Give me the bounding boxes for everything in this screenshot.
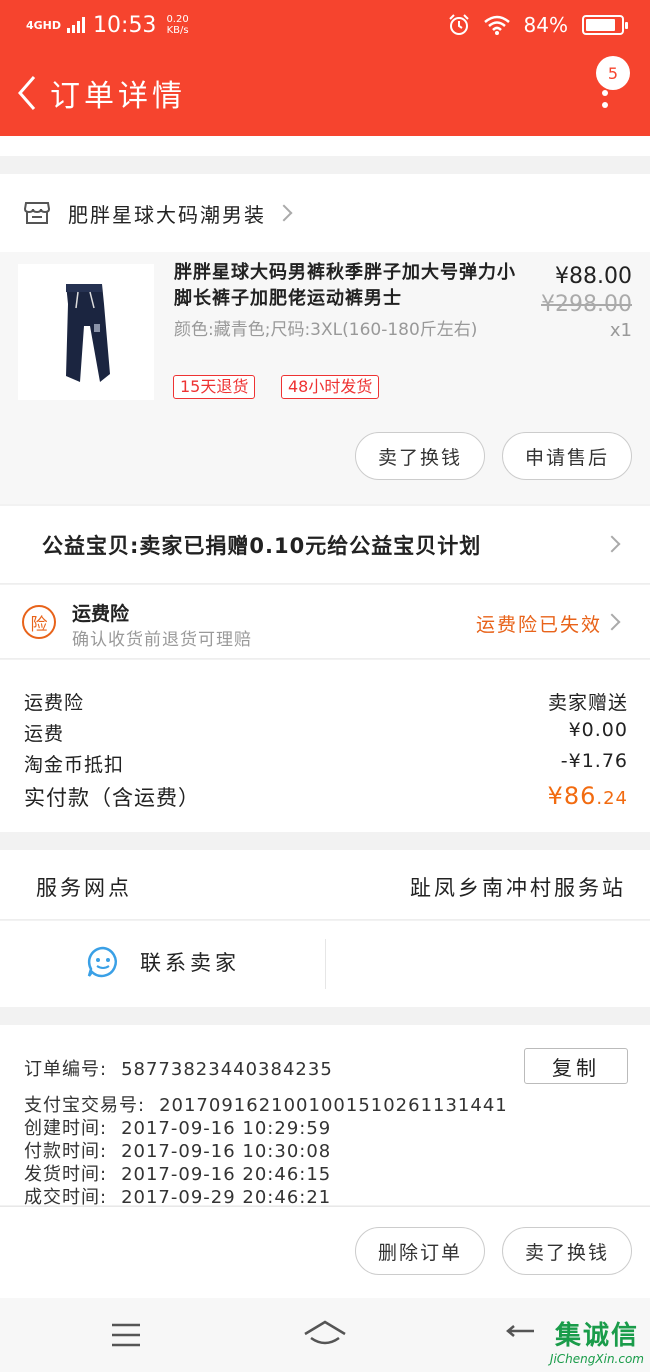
created-time: 2017-09-16 10:29:59 bbox=[121, 1118, 332, 1139]
service-label: 服务网点 bbox=[36, 876, 132, 900]
sell-button[interactable]: 卖了换钱 bbox=[355, 432, 485, 480]
cost-value: -¥1.76 bbox=[560, 750, 628, 772]
total-amount: ¥86.24 bbox=[548, 782, 628, 812]
divider bbox=[325, 939, 326, 989]
tag-ship: 48小时发货 bbox=[281, 375, 380, 399]
product-spec: 颜色:藏青色;尺码:3XL(160-180斤左右) bbox=[174, 320, 478, 340]
insurance-subtitle: 确认收货前退货可理赔 bbox=[72, 630, 252, 650]
chevron-right-icon bbox=[275, 204, 293, 222]
order-no: 58773823440384235 bbox=[121, 1059, 333, 1080]
total-label: 实付款（含运费） bbox=[24, 786, 200, 810]
product-image[interactable] bbox=[18, 264, 154, 400]
more-dots-icon bbox=[602, 90, 608, 114]
battery-percent: 84% bbox=[523, 13, 568, 37]
back-button[interactable] bbox=[4, 50, 50, 136]
done-label: 成交时间: bbox=[24, 1187, 108, 1208]
total-row: 实付款（含运费） ¥86.24 bbox=[24, 782, 628, 812]
shop-row[interactable]: 肥胖星球大码潮男装 bbox=[0, 174, 650, 252]
charity-row[interactable]: 公益宝贝:卖家已捐赠0.10元给公益宝贝计划 bbox=[0, 506, 650, 584]
order-info: 订单编号: 58773823440384235 复制 支付宝交易号: 2017091… bbox=[0, 1025, 650, 1208]
cost-value: 卖家赠送 bbox=[547, 692, 628, 714]
net-speed-value: 0.20 bbox=[166, 14, 189, 25]
order-no-label: 订单编号: bbox=[24, 1059, 108, 1080]
service-value: 趾凤乡南冲村服务站 bbox=[410, 876, 626, 900]
contact-row: 联系卖家 bbox=[0, 921, 650, 1007]
total-dec: .24 bbox=[596, 788, 628, 809]
store-icon bbox=[24, 202, 50, 224]
shipped-label: 发货时间: bbox=[24, 1164, 108, 1185]
net-speed: 0.20 KB/s bbox=[166, 14, 188, 36]
clock: 10:53 bbox=[93, 12, 157, 38]
shop-name: 肥胖星球大码潮男装 bbox=[68, 202, 266, 227]
total-currency: ¥ bbox=[547, 782, 564, 810]
more-menu-button[interactable]: 5 bbox=[590, 56, 630, 126]
watermark-en: JiChengXin.com bbox=[549, 1352, 644, 1366]
chevron-right-icon bbox=[603, 535, 621, 553]
alipay-label: 支付宝交易号: bbox=[24, 1095, 146, 1116]
pants-image bbox=[66, 284, 110, 382]
insurance-icon: 险 bbox=[22, 605, 56, 639]
cost-row: 淘金币抵扣 -¥1.76 bbox=[24, 750, 628, 777]
done-time: 2017-09-29 20:46:21 bbox=[121, 1187, 332, 1208]
created-label: 创建时间: bbox=[24, 1118, 108, 1139]
network-indicator: 4GHD bbox=[26, 18, 62, 32]
shipped-time: 2017-09-16 20:46:15 bbox=[121, 1164, 332, 1185]
footer-actions: 删除订单 卖了换钱 bbox=[0, 1206, 650, 1298]
after-sales-button[interactable]: 申请售后 bbox=[502, 432, 632, 480]
watermark-cn: 集诚信 bbox=[554, 1321, 639, 1351]
top-spacer bbox=[0, 136, 650, 156]
contact-seller-button[interactable]: 联系卖家 bbox=[86, 945, 240, 979]
chevron-right-icon bbox=[603, 613, 621, 631]
shipping-insurance-row[interactable]: 险 运费险 确认收货前退货可理赔 运费险已失效 bbox=[0, 585, 650, 659]
back-nav-icon[interactable] bbox=[506, 1322, 538, 1348]
system-nav-bar: 集诚信 JiChengXin.com bbox=[0, 1298, 650, 1372]
total-int: 86 bbox=[563, 782, 597, 810]
status-bar: 4GHD 10:53 0.20 KB/s 84% bbox=[0, 0, 650, 50]
menu-icon[interactable] bbox=[110, 1322, 142, 1348]
message-badge: 5 bbox=[596, 56, 630, 90]
insurance-status: 运费险已失效 bbox=[475, 614, 602, 636]
cost-summary: 运费险 卖家赠送 运费 ¥0.00 淘金币抵扣 -¥1.76 实付款（含运费） … bbox=[0, 660, 650, 832]
product-name[interactable]: 胖胖星球大码男裤秋季胖子加大号弹力小脚长裤子加肥佬运动裤男士 bbox=[174, 260, 524, 312]
cost-label: 淘金币抵扣 bbox=[24, 754, 125, 776]
signal-icon bbox=[67, 17, 86, 33]
cost-row: 运费险 卖家赠送 bbox=[24, 688, 628, 715]
order-number-line: 订单编号: 58773823440384235 bbox=[24, 1055, 333, 1081]
order-item[interactable]: 胖胖星球大码男裤秋季胖子加大号弹力小脚长裤子加肥佬运动裤男士 颜色:藏青色;尺码… bbox=[0, 252, 650, 504]
cost-label: 运费 bbox=[24, 723, 65, 745]
tag-return: 15天退货 bbox=[173, 375, 256, 399]
sell-button[interactable]: 卖了换钱 bbox=[502, 1227, 632, 1275]
insurance-title: 运费险 bbox=[72, 603, 130, 625]
watermark-logo: 集诚信 JiChengXin.com bbox=[550, 1315, 644, 1366]
delete-order-button[interactable]: 删除订单 bbox=[355, 1227, 485, 1275]
quantity: x1 bbox=[609, 320, 632, 341]
cost-label: 运费险 bbox=[24, 692, 85, 714]
alipay-no: 2017091621001001510261131441 bbox=[159, 1095, 508, 1116]
copy-button[interactable]: 复制 bbox=[524, 1048, 628, 1084]
nav-bar: 订单详情 5 bbox=[0, 50, 650, 136]
battery-icon bbox=[582, 15, 628, 35]
back-arrow-icon bbox=[18, 76, 36, 110]
paid-time: 2017-09-16 10:30:08 bbox=[121, 1141, 332, 1162]
paid-label: 付款时间: bbox=[24, 1141, 108, 1162]
wifi-icon bbox=[483, 15, 510, 35]
service-point-row: 服务网点 趾凤乡南冲村服务站 bbox=[0, 850, 650, 920]
product-price: ¥88.00 bbox=[555, 264, 632, 289]
alarm-icon bbox=[448, 14, 469, 35]
original-price: ¥298.00 bbox=[541, 292, 632, 317]
page-title: 订单详情 bbox=[50, 79, 186, 114]
cost-row: 运费 ¥0.00 bbox=[24, 719, 628, 746]
contact-seller-label: 联系卖家 bbox=[140, 951, 240, 975]
home-icon[interactable] bbox=[303, 1320, 347, 1346]
charity-text: 公益宝贝:卖家已捐赠0.10元给公益宝贝计划 bbox=[42, 533, 482, 558]
net-speed-unit: KB/s bbox=[166, 25, 189, 36]
cost-value: ¥0.00 bbox=[568, 719, 628, 741]
chat-icon bbox=[87, 946, 117, 978]
